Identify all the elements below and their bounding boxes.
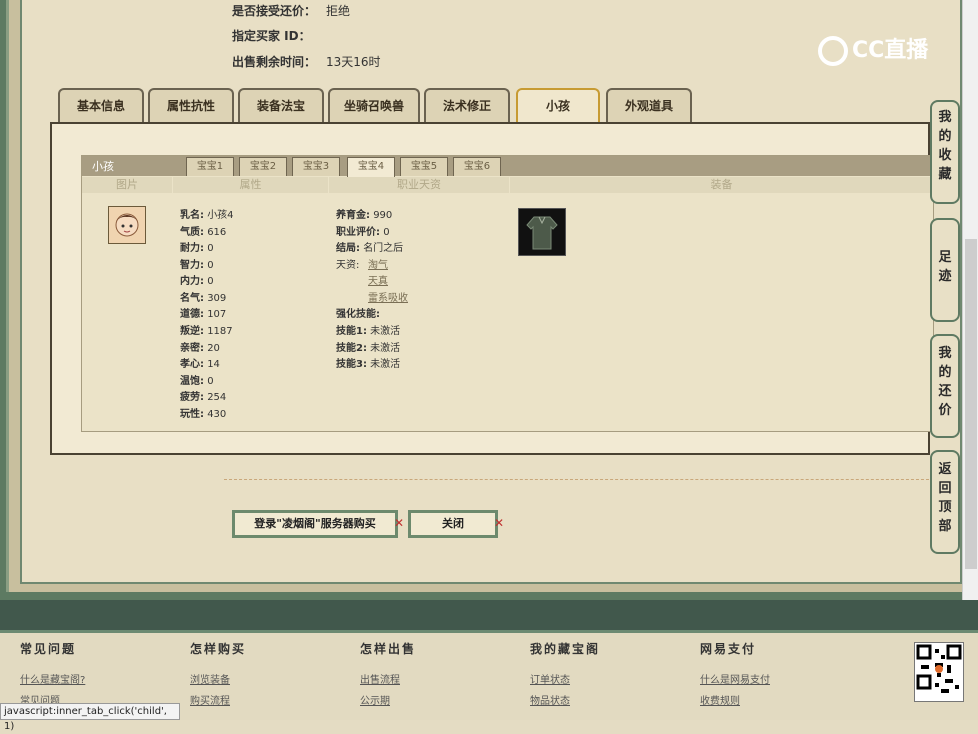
row-value: 拒绝	[326, 4, 351, 18]
footer-heading: 我的藏宝阁	[530, 642, 601, 656]
accept-counteroffer-row: 是否接受还价： 拒绝	[232, 2, 350, 19]
career-row: 职业评价: 0	[336, 227, 390, 238]
attr-row: 乳名: 小孩4	[180, 210, 234, 221]
attr-row: 智力: 0	[180, 260, 214, 271]
footer-link[interactable]: 出售流程	[360, 671, 416, 686]
col-header-image: 图片	[82, 177, 172, 193]
tab-attributes[interactable]: 属性抗性	[148, 88, 234, 122]
footer-link[interactable]: 什么是网易支付	[700, 671, 770, 686]
footer-heading: 网易支付	[700, 642, 757, 656]
vertical-scrollbar[interactable]	[962, 0, 978, 600]
tianzi-label: 天资:	[336, 260, 360, 271]
footer-heading: 怎样出售	[360, 642, 417, 656]
designated-buyer-row: 指定买家 ID：	[232, 27, 321, 44]
tab-appearance[interactable]: 外观道具	[606, 88, 692, 122]
footer-heading: 常见问题	[20, 642, 77, 656]
qr-code	[914, 642, 964, 702]
skill-row: 技能2: 未激活	[336, 343, 401, 354]
footer-link[interactable]: 购买流程	[190, 692, 246, 707]
col-header-attributes: 属性	[173, 177, 328, 193]
subtab-baobao5[interactable]: 宝宝5	[400, 157, 448, 176]
qr-code-icon	[916, 644, 962, 693]
attr-row: 叛逆: 1187	[180, 326, 233, 337]
child-panel-title: 小孩	[92, 160, 114, 173]
subtab-baobao2[interactable]: 宝宝2	[239, 157, 287, 176]
subtab-baobao3[interactable]: 宝宝3	[292, 157, 340, 176]
subtab-baobao1[interactable]: 宝宝1	[186, 157, 234, 176]
col-header-equipment: 装备	[510, 177, 933, 193]
attr-row: 名气: 309	[180, 293, 227, 304]
footprint-button[interactable]: 足迹	[930, 218, 960, 322]
tianzi-link[interactable]: 雷系吸收	[368, 289, 408, 304]
child-face-icon	[115, 213, 139, 237]
footer-link[interactable]: 什么是藏宝阁?	[20, 671, 85, 686]
footer-col-buy: 怎样购买 浏览装备 购买流程	[190, 640, 246, 707]
footer-col-faq: 常见问题 什么是藏宝阁? 常见问题	[20, 640, 85, 707]
my-favorites-button[interactable]: 我的收藏	[930, 100, 960, 204]
footer-link[interactable]: 物品状态	[530, 692, 600, 707]
attr-row: 道德: 107	[180, 309, 227, 320]
equipment-item[interactable]	[518, 208, 566, 256]
footer-link[interactable]: 收费规则	[700, 692, 770, 707]
attr-row: 孝心: 14	[180, 359, 220, 370]
child-panel: 小孩 宝宝1 宝宝2 宝宝3 宝宝4 宝宝5 宝宝6 图片 属性 职业天资 装备…	[50, 122, 934, 455]
footer-heading: 怎样购买	[190, 642, 247, 656]
attr-row: 疲劳: 254	[180, 392, 227, 403]
tab-basic-info[interactable]: 基本信息	[58, 88, 144, 122]
footer-link[interactable]: 公示期	[360, 692, 416, 707]
dotted-divider	[224, 479, 934, 480]
browser-status-bar: javascript:inner_tab_click('child', 1)	[0, 703, 180, 732]
skill-row: 技能1: 未激活	[336, 326, 401, 337]
cc-logo-icon	[818, 36, 848, 66]
tab-mounts-pets[interactable]: 坐骑召唤兽	[328, 88, 420, 122]
remaining-time-row: 出售剩余时间： 13天16时	[232, 53, 381, 70]
footer-bar	[0, 600, 978, 633]
row-label: 是否接受还价：	[232, 4, 317, 18]
row-value: 13天16时	[326, 55, 381, 69]
my-counteroffer-button[interactable]: 我的还价	[930, 334, 960, 438]
robe-icon	[526, 216, 558, 250]
scrollbar-thumb[interactable]	[965, 239, 977, 569]
subtab-baobao4[interactable]: 宝宝4	[347, 157, 395, 177]
attr-row: 玩性: 430	[180, 409, 227, 420]
footer-col-pay: 网易支付 什么是网易支付 收费规则	[700, 640, 770, 707]
skill-row: 技能3: 未激活	[336, 359, 401, 370]
tab-equipment[interactable]: 装备法宝	[238, 88, 324, 122]
row-label: 指定买家 ID：	[232, 29, 311, 43]
attr-row: 温饱: 0	[180, 376, 214, 387]
child-inner-box: 小孩 宝宝1 宝宝2 宝宝3 宝宝4 宝宝5 宝宝6 图片 属性 职业天资 装备…	[81, 155, 934, 432]
career-row: 结局: 名门之后	[336, 243, 404, 254]
child-portrait	[108, 206, 146, 244]
cc-live-logo: CC直播	[818, 32, 948, 70]
row-label: 出售剩余时间：	[232, 55, 317, 69]
subtab-baobao6[interactable]: 宝宝6	[453, 157, 501, 176]
career-row: 养育金: 990	[336, 210, 393, 221]
tianzi-link[interactable]: 淘气	[368, 256, 388, 271]
footer-link[interactable]: 订单状态	[530, 671, 600, 686]
tianzi-link[interactable]: 天真	[368, 272, 388, 287]
attr-row: 亲密: 20	[180, 343, 220, 354]
footer-col-mine: 我的藏宝阁 订单状态 物品状态	[530, 640, 600, 707]
attr-row: 气质: 616	[180, 227, 227, 238]
footer-col-sell: 怎样出售 出售流程 公示期	[360, 640, 416, 707]
child-header-bar: 小孩 宝宝1 宝宝2 宝宝3 宝宝4 宝宝5 宝宝6	[82, 156, 933, 177]
button-ornament-icon: ✕	[494, 516, 505, 530]
col-header-career: 职业天资	[329, 177, 509, 193]
button-ornament-icon: ✕	[394, 516, 405, 530]
attr-row: 耐力: 0	[180, 243, 214, 254]
buy-on-server-button[interactable]: 登录"凌烟阁"服务器购买	[232, 510, 398, 538]
skills-label: 强化技能:	[336, 309, 380, 320]
tab-child[interactable]: 小孩	[516, 88, 600, 122]
close-button[interactable]: 关闭	[408, 510, 498, 538]
footer-link[interactable]: 浏览装备	[190, 671, 246, 686]
attr-row: 内力: 0	[180, 276, 214, 287]
tab-spell-mods[interactable]: 法术修正	[424, 88, 510, 122]
back-to-top-button[interactable]: 返回顶部	[930, 450, 960, 554]
